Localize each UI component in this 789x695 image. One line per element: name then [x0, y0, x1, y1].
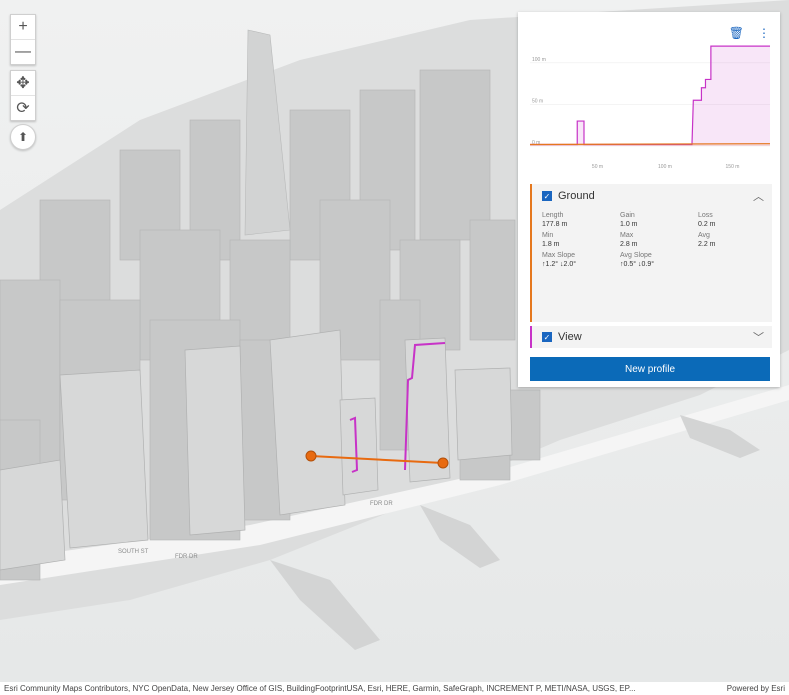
x-tick-label: 50 m	[592, 164, 603, 170]
series-line-ground	[529, 143, 771, 146]
stat-item: Max 2.8 m	[620, 232, 698, 248]
attribution-bar: Esri Community Maps Contributors, NYC Op…	[0, 682, 789, 695]
stat-label: Loss	[698, 212, 713, 219]
stat-item: Length 177.8 m	[542, 212, 620, 228]
rotate-icon: ⟳	[16, 100, 30, 117]
stat-label: Max Slope	[542, 252, 576, 259]
stat-value: 0.2 m	[698, 221, 716, 228]
chevron-down-icon[interactable]: ﹀	[753, 329, 764, 345]
compass-control[interactable]: ⬆	[10, 124, 36, 150]
stat-value: 1.0 m	[620, 221, 638, 228]
minus-icon: —	[15, 43, 31, 60]
view-section: ✓ View ﹀	[530, 326, 772, 348]
stat-value: 177.8 m	[542, 221, 568, 228]
stat-item: Avg 2.2 m	[698, 232, 776, 248]
x-tick-label: 150 m	[726, 164, 740, 170]
stat-label: Max	[620, 232, 634, 239]
stat-value: ↑1.2° ↓2.0°	[542, 261, 577, 268]
view-label: View	[558, 331, 582, 343]
stat-item: Avg Slope ↑0.5° ↓0.9°	[620, 252, 698, 268]
street-label: FDR DR	[175, 554, 198, 560]
stat-item: Gain 1.0 m	[620, 212, 698, 228]
y-tick-label: 100 m	[532, 57, 546, 63]
chevron-up-icon[interactable]: ︿	[753, 188, 764, 204]
street-label: SOUTH ST	[118, 549, 149, 555]
new-profile-button[interactable]: New profile	[530, 357, 770, 381]
zoom-in-button[interactable]: +	[11, 15, 35, 40]
stat-value: 1.8 m	[542, 241, 560, 248]
pan-icon: ✥	[16, 75, 30, 92]
stat-item: Loss 0.2 m	[698, 212, 776, 228]
stat-item: Max Slope ↑1.2° ↓2.0°	[542, 252, 620, 268]
ground-section: ✓ Ground ︿ Length 177.8 m Gain 1.0 m Loss 0.2…	[530, 184, 772, 322]
profile-start-point[interactable]	[305, 450, 317, 462]
stat-item: Min 1.8 m	[542, 232, 620, 248]
ground-label: Ground	[558, 190, 595, 202]
street-label: FDR DR	[370, 501, 393, 507]
compass-icon: ⬆	[17, 130, 29, 144]
ground-checkbox[interactable]: ✓	[542, 191, 552, 201]
stat-label: Avg	[698, 232, 710, 239]
profile-end-point[interactable]	[437, 457, 449, 469]
stat-label: Gain	[620, 212, 635, 219]
stat-label: Min	[542, 232, 554, 239]
view-header[interactable]: ✓ View ﹀	[532, 326, 772, 348]
view-checkbox[interactable]: ✓	[542, 332, 552, 342]
x-tick-label: 100 m	[658, 164, 672, 170]
stat-value: 2.8 m	[620, 241, 638, 248]
series-area-view	[530, 46, 770, 146]
powered-by[interactable]: Powered by Esri	[727, 684, 785, 693]
stat-label: Avg Slope	[620, 252, 652, 259]
elevation-chart[interactable]: 100 m50 m0 m50 m 100 m 150 m	[518, 12, 780, 184]
pan-button[interactable]: ✥	[11, 71, 35, 96]
ground-statistics: Length 177.8 m Gain 1.0 m Loss 0.2 m Min 1.8 mM…	[532, 208, 772, 268]
plus-icon: +	[18, 18, 28, 35]
stat-value: ↑0.5° ↓0.9°	[620, 261, 655, 268]
zoom-out-button[interactable]: —	[11, 40, 35, 64]
stat-value: 2.2 m	[698, 241, 716, 248]
attribution-text: Esri Community Maps Contributors, NYC Op…	[4, 684, 636, 693]
stat-label: Length	[542, 212, 564, 219]
navigation-controls: ✥ ⟳	[10, 70, 36, 121]
y-tick-label: 50 m	[532, 98, 543, 104]
rotate-button[interactable]: ⟳	[11, 96, 35, 120]
elevation-profile-widget: 🗑 ⋮ 100 m 50 m0 m 50 m 100 m 150 m ✓ Ground …	[518, 12, 780, 387]
ground-header[interactable]: ✓ Ground ︿	[532, 184, 772, 208]
zoom-controls: + —	[10, 14, 36, 65]
